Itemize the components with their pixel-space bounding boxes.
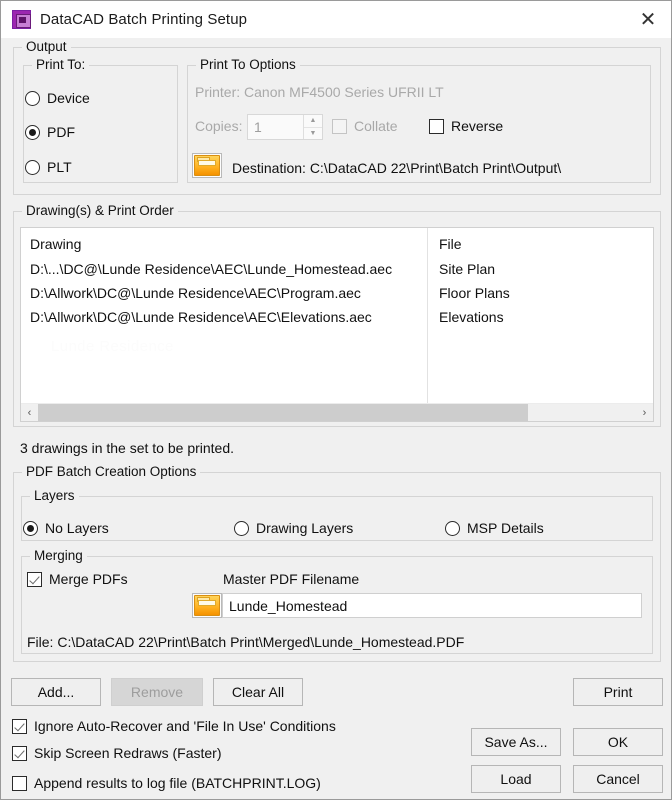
table-row-1-drawing[interactable]: D:\Allwork\DC@\Lunde Residence\AEC\Progr… [30,285,361,301]
checkbox-ignore-autorecover[interactable]: Ignore Auto-Recover and 'File In Use' Co… [12,718,336,734]
checkbox-merge-pdfs[interactable]: Merge PDFs [27,571,128,587]
destination-path-label: Destination: C:\DataCAD 22\Print\Batch P… [232,160,562,176]
radio-no-layers-label: No Layers [45,520,109,536]
radio-pdf-label: PDF [47,124,75,140]
checkbox-skip-screen-redraws[interactable]: Skip Screen Redraws (Faster) [12,745,222,761]
skip-redraws-label: Skip Screen Redraws (Faster) [34,745,222,761]
radio-print-to-plt[interactable]: PLT [25,159,72,175]
checkbox-collate: Collate [332,118,398,134]
clear-all-button[interactable]: Clear All [213,678,303,706]
destination-folder-icon[interactable] [192,153,222,178]
table-row-0-drawing[interactable]: D:\...\DC@\Lunde Residence\AEC\Lunde_Hom… [30,261,392,277]
ignore-autorecover-checkbox-indicator [12,718,27,734]
drawings-status-text: 3 drawings in the set to be printed. [20,440,235,456]
table-row-2-file[interactable]: Elevations [439,309,504,325]
master-pdf-filename-input[interactable]: Lunde_Homestead [222,593,642,618]
print-to-legend: Print To: [32,57,90,72]
window-title: DataCAD Batch Printing Setup [40,11,248,28]
merge-pdfs-label: Merge PDFs [49,571,128,587]
ok-button[interactable]: OK [573,728,663,756]
folder-sheet-2 [198,600,216,606]
master-pdf-filename-label: Master PDF Filename [223,571,360,587]
folder-body-2 [194,595,220,616]
title-bar: DataCAD Batch Printing Setup [1,1,671,38]
layers-legend: Layers [30,488,79,503]
copies-input[interactable]: 1 [248,115,303,139]
listview-watermark: Lunde Residence [51,338,174,355]
datacad-app-icon [12,10,31,29]
scroll-left-icon[interactable]: ‹ [21,404,38,421]
radio-plt-indicator [25,159,40,175]
browse-folder-icon[interactable] [192,593,222,618]
print-to-options-legend: Print To Options [196,57,300,72]
radio-drawing-layers[interactable]: Drawing Layers [234,520,353,536]
checkbox-append-log[interactable]: Append results to log file (BATCHPRINT.L… [12,775,321,791]
radio-no-layers-indicator [23,520,38,536]
radio-drawing-layers-label: Drawing Layers [256,520,354,536]
merge-pdfs-checkbox-indicator [27,571,42,587]
skip-redraws-checkbox-indicator [12,745,27,761]
drawings-group-legend: Drawing(s) & Print Order [22,203,178,218]
merging-legend: Merging [30,548,87,563]
ignore-autorecover-label: Ignore Auto-Recover and 'File In Use' Co… [34,718,336,734]
radio-device-indicator [25,90,40,106]
radio-device-label: Device [47,90,90,106]
save-as-button[interactable]: Save As... [471,728,561,756]
radio-no-layers[interactable]: No Layers [23,520,109,536]
merged-file-path-label: File: C:\DataCAD 22\Print\Batch Print\Me… [27,634,465,650]
column-divider [427,228,428,405]
copies-stepper[interactable]: 1 ▲ ▼ [247,114,323,140]
scrollbar-thumb[interactable] [38,404,529,421]
folder-sheet [198,160,216,166]
radio-msp-details[interactable]: MSP Details [445,520,544,536]
checkbox-reverse[interactable]: Reverse [429,118,503,134]
radio-print-to-device[interactable]: Device [25,90,90,106]
spin-down-icon[interactable]: ▼ [304,128,322,140]
reverse-label: Reverse [451,118,504,134]
printer-name-label: Printer: Canon MF4500 Series UFRII LT [195,84,444,100]
close-icon[interactable]: ✕ [625,1,671,38]
print-button[interactable]: Print [573,678,663,706]
radio-msp-details-indicator [445,520,460,536]
table-row-1-file[interactable]: Floor Plans [439,285,510,301]
remove-button: Remove [111,678,203,706]
append-log-checkbox-indicator [12,775,27,791]
load-button[interactable]: Load [471,765,561,793]
collate-checkbox-indicator [332,118,347,134]
folder-body [194,155,220,176]
radio-msp-details-label: MSP Details [467,520,544,536]
radio-plt-label: PLT [47,159,72,175]
batch-printing-dialog: DataCAD Batch Printing Setup ✕ Output Pr… [0,0,672,800]
cancel-button[interactable]: Cancel [573,765,663,793]
radio-drawing-layers-indicator [234,520,249,536]
copies-label: Copies: [195,118,243,134]
output-group-legend: Output [22,39,71,54]
spin-up-icon[interactable]: ▲ [304,115,322,128]
scroll-right-icon[interactable]: › [636,404,653,421]
radio-print-to-pdf[interactable]: PDF [25,124,75,140]
column-header-drawing[interactable]: Drawing [30,236,81,252]
scrollbar-track[interactable] [38,404,636,421]
pdf-batch-options-legend: PDF Batch Creation Options [22,464,201,479]
table-row-2-drawing[interactable]: D:\Allwork\DC@\Lunde Residence\AEC\Eleva… [30,309,372,325]
radio-pdf-indicator [25,124,40,140]
horizontal-scrollbar[interactable]: ‹ › [21,403,653,421]
append-log-label: Append results to log file (BATCHPRINT.L… [34,775,321,791]
drawings-listview[interactable]: Drawing File D:\...\DC@\Lunde Residence\… [20,227,654,422]
collate-label: Collate [354,118,398,134]
reverse-checkbox-indicator [429,118,444,134]
column-header-file[interactable]: File [439,236,462,252]
copies-spin-buttons: ▲ ▼ [303,115,322,139]
table-row-0-file[interactable]: Site Plan [439,261,495,277]
add-button[interactable]: Add... [11,678,101,706]
